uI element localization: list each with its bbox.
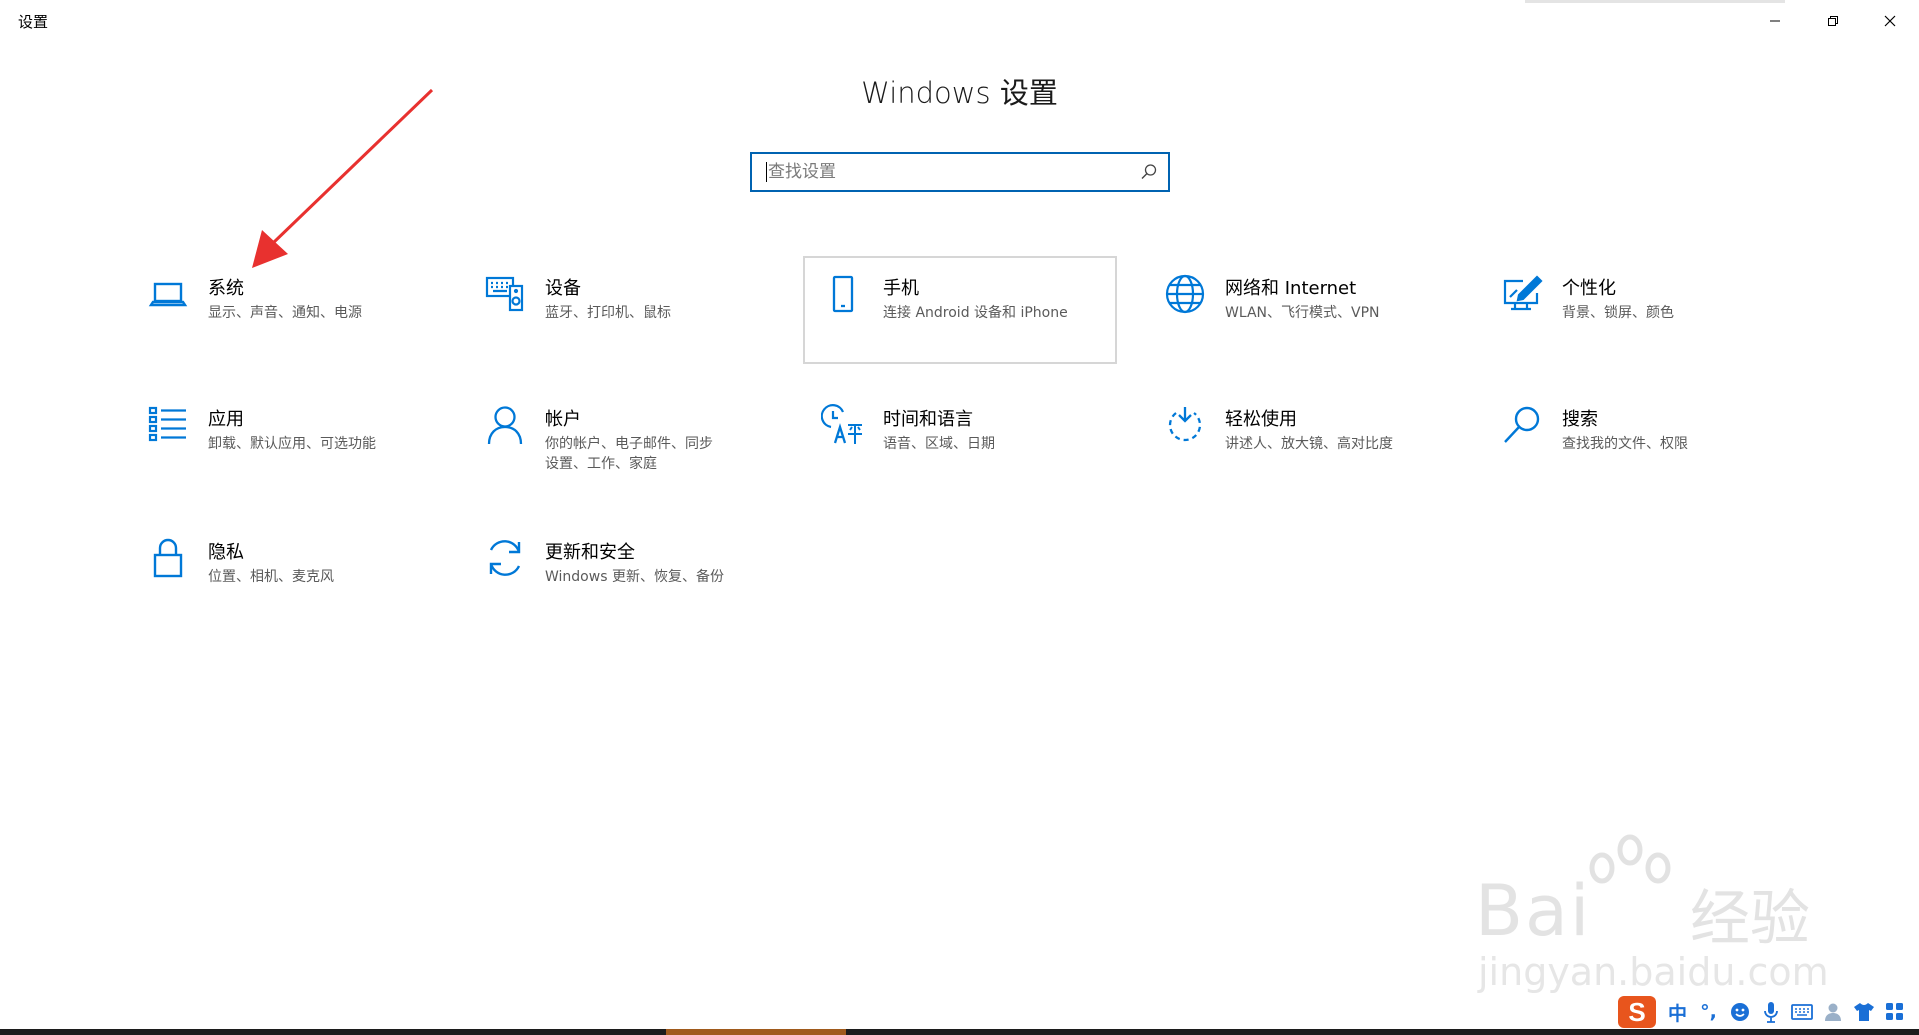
tile-description: 讲述人、放大镜、高对比度 [1225,436,1393,452]
window-title: 设置 [18,14,49,31]
emoji-icon[interactable] [1724,997,1755,1027]
tile-ease-of-access[interactable]: 轻松使用 讲述人、放大镜、高对比度 [1145,389,1457,493]
ime-punctuation-toggle[interactable]: °, [1693,997,1724,1027]
taskbar-strip [0,1029,1919,1035]
tile-system[interactable]: 系统 显示、声音、通知、电源 [128,258,440,362]
ime-toolbar: S 中 °, [1618,995,1919,1029]
tile-title: 应用 [208,409,244,430]
minimize-icon [1770,20,1780,22]
tile-description: 位置、相机、麦克风 [208,569,334,585]
tile-phone[interactable]: 手机 连接 Android 设备和 iPhone [803,256,1117,364]
title-bar: 设置 [0,0,1919,40]
tile-title: 更新和安全 [545,542,635,563]
search-input[interactable] [766,154,1128,190]
tile-title: 系统 [208,278,244,299]
personalization-icon [1500,272,1544,316]
title-bar-divider [1525,0,1785,3]
watermark-url: jingyan.baidu.com [1478,950,1829,994]
user-profile-icon[interactable] [1817,997,1848,1027]
text-caret [766,162,767,182]
tile-description: 显示、声音、通知、电源 [208,305,362,321]
tile-description: 语音、区域、日期 [883,436,995,452]
tile-title: 个性化 [1562,278,1616,299]
tile-description: 卸载、默认应用、可选功能 [208,436,376,452]
tile-title: 时间和语言 [883,409,973,430]
tile-description: 蓝牙、打印机、鼠标 [545,305,671,321]
search-icon [1500,403,1544,447]
ime-mode-toggle[interactable]: 中 [1662,997,1693,1027]
search-box[interactable] [750,152,1170,192]
skin-shirt-icon[interactable] [1848,997,1879,1027]
sync-icon [483,536,527,580]
tile-privacy[interactable]: 隐私 位置、相机、麦克风 [128,522,440,626]
tile-description: 你的帐户、电子邮件、同步设置、工作、家庭 [545,436,713,472]
tile-title: 网络和 Internet [1225,278,1357,299]
tile-title: 手机 [883,278,919,299]
person-icon [483,403,527,447]
tile-search[interactable]: 搜索 查找我的文件、权限 [1482,389,1794,493]
tile-time-language[interactable]: 时间和语言 语音、区域、日期 [803,389,1115,493]
tile-apps[interactable]: 应用 卸载、默认应用、可选功能 [128,389,440,493]
phone-icon [821,272,865,316]
tile-description: WLAN、飞行模式、VPN [1225,305,1380,321]
watermark-brand-cn: 经验 [1690,884,1810,954]
devices-icon [483,272,527,316]
taskbar-active-item[interactable] [666,1029,846,1035]
watermark-brand: Bai [1475,870,1592,952]
tile-personalization[interactable]: 个性化 背景、锁屏、颜色 [1482,258,1794,362]
lock-icon [146,536,190,580]
tile-network[interactable]: 网络和 Internet WLAN、飞行模式、VPN [1145,258,1457,362]
minimize-button[interactable] [1747,2,1803,40]
tile-devices[interactable]: 设备 蓝牙、打印机、鼠标 [465,258,777,362]
close-button[interactable] [1862,2,1918,40]
toolbox-grid-icon[interactable] [1879,997,1910,1027]
tile-title: 隐私 [208,542,244,563]
microphone-icon[interactable] [1755,997,1786,1027]
time-language-icon [821,403,865,447]
keyboard-icon[interactable] [1786,997,1817,1027]
tile-title: 搜索 [1562,409,1598,430]
search-icon[interactable] [1140,163,1158,181]
tile-title: 设备 [545,278,581,299]
apps-list-icon [146,403,190,447]
tile-description: Windows 更新、恢复、备份 [545,569,724,585]
page-title: Windows 设置 [861,76,1058,110]
tile-description: 连接 Android 设备和 iPhone [883,305,1068,321]
tile-title: 轻松使用 [1225,409,1297,430]
tile-description: 查找我的文件、权限 [1562,436,1688,452]
laptop-icon [146,272,190,316]
ease-of-access-icon [1163,403,1207,447]
tile-description: 背景、锁屏、颜色 [1562,305,1674,321]
tile-accounts[interactable]: 帐户 你的帐户、电子邮件、同步设置、工作、家庭 [465,389,777,493]
tile-title: 帐户 [545,409,581,430]
sogou-logo[interactable]: S [1618,996,1656,1028]
tile-update-security[interactable]: 更新和安全 Windows 更新、恢复、备份 [465,522,777,626]
restore-button[interactable] [1805,2,1861,40]
close-icon [1884,15,1896,27]
restore-icon [1828,16,1838,26]
globe-icon [1163,272,1207,316]
